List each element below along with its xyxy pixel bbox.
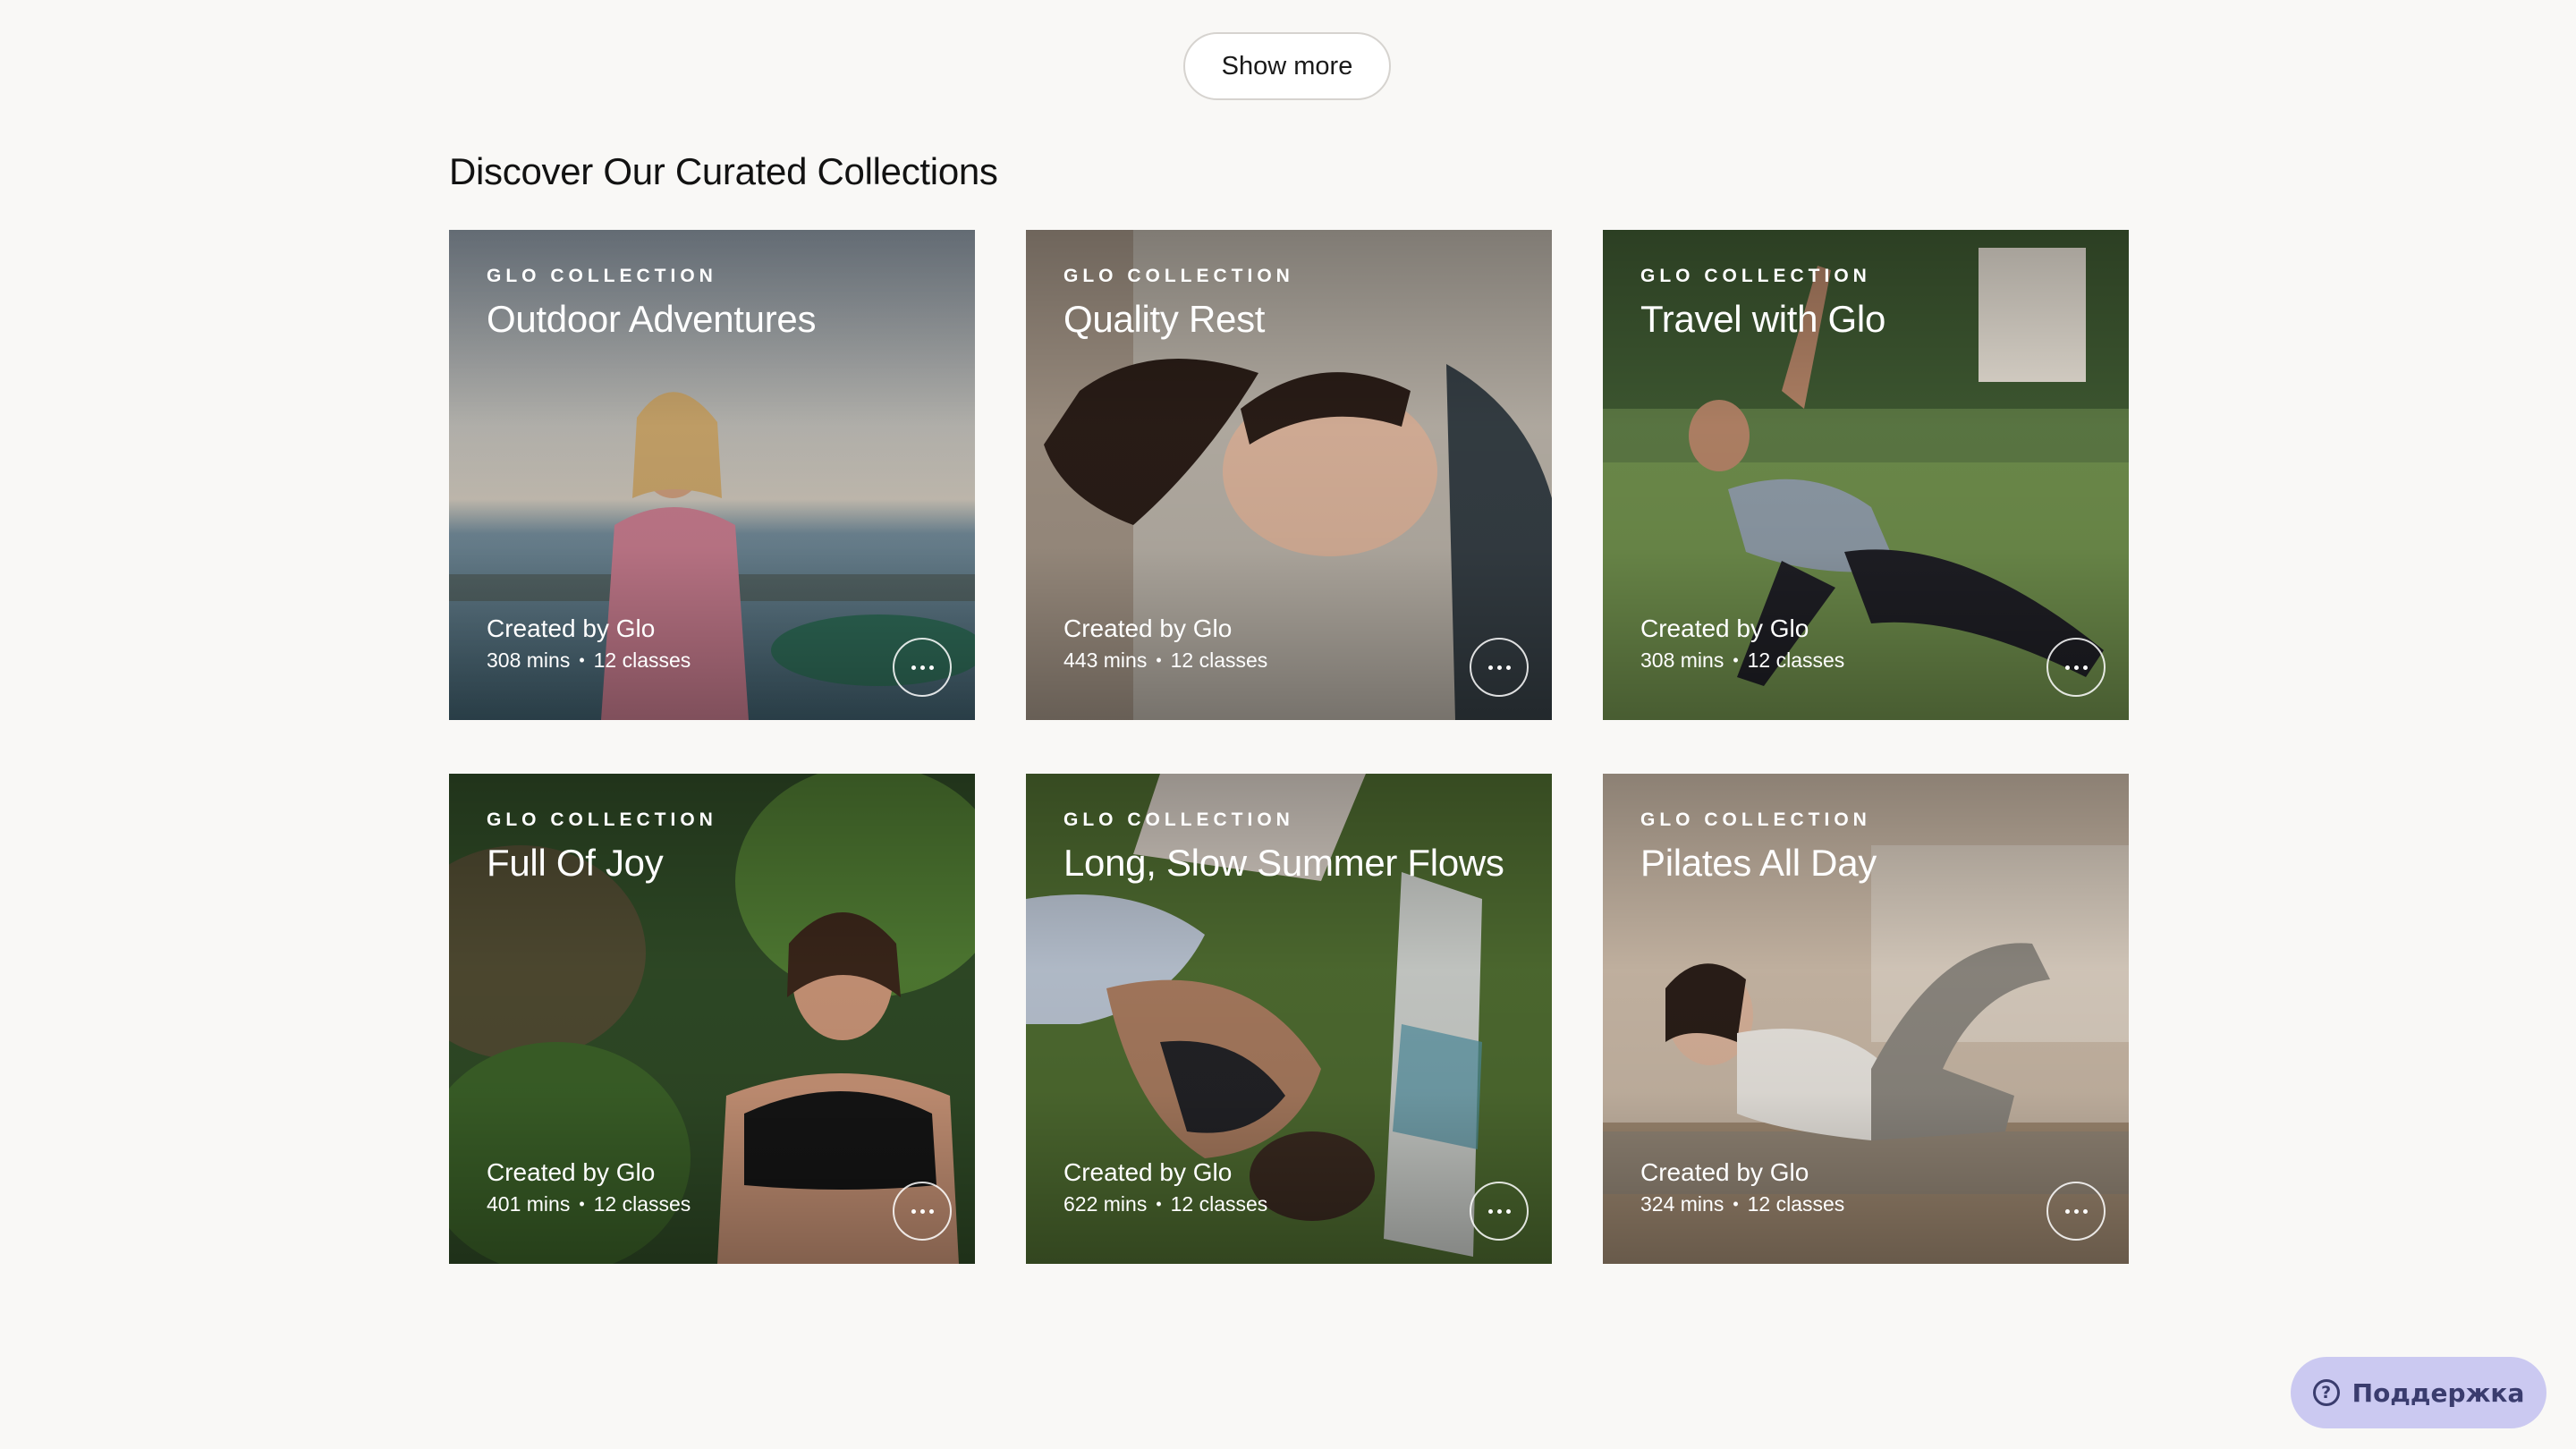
page: Show more Discover Our Curated Collectio… [0, 0, 2576, 1449]
collection-meta: 324 mins • 12 classes [1640, 1192, 1844, 1216]
ellipsis-icon [1487, 665, 1493, 670]
meta-separator: • [1156, 1195, 1162, 1213]
meta-separator: • [1733, 651, 1739, 669]
collection-card-full-of-joy[interactable]: GLO COLLECTION Full Of Joy Created by Gl… [449, 774, 975, 1264]
collection-creator: Created by Glo [1063, 614, 1233, 642]
more-options-button[interactable] [893, 638, 952, 697]
collection-eyebrow: GLO COLLECTION [1640, 266, 1871, 286]
collection-class-count: 12 classes [1170, 1192, 1268, 1216]
meta-separator: • [579, 651, 585, 669]
collection-duration: 324 mins [1640, 1192, 1724, 1216]
collection-duration: 308 mins [1640, 648, 1724, 672]
collection-creator: Created by Glo [487, 614, 656, 642]
meta-separator: • [1733, 1195, 1739, 1213]
more-options-button[interactable] [1470, 1182, 1529, 1241]
more-options-button[interactable] [2046, 1182, 2106, 1241]
collection-class-count: 12 classes [1170, 648, 1268, 672]
support-chat-button[interactable]: ? Поддержка [2291, 1357, 2546, 1428]
collection-class-count: 12 classes [1747, 648, 1845, 672]
collection-title: Travel with Glo [1640, 298, 1886, 340]
ellipsis-icon [911, 1208, 916, 1214]
more-options-button[interactable] [893, 1182, 952, 1241]
collection-title: Full Of Joy [487, 842, 664, 884]
show-more-button[interactable]: Show more [1183, 32, 1391, 100]
support-label: Поддержка [2351, 1377, 2525, 1408]
collection-duration: 622 mins [1063, 1192, 1148, 1216]
collection-class-count: 12 classes [593, 648, 691, 672]
ellipsis-icon [2064, 665, 2070, 670]
collection-creator: Created by Glo [1640, 1158, 1809, 1186]
collection-duration: 308 mins [487, 648, 571, 672]
meta-separator: • [1156, 651, 1162, 669]
ellipsis-icon [2064, 1208, 2070, 1214]
collection-eyebrow: GLO COLLECTION [1640, 809, 1871, 830]
collection-creator: Created by Glo [1063, 1158, 1233, 1186]
ellipsis-icon [1487, 1208, 1493, 1214]
question-circle-icon: ? [2312, 1379, 2340, 1406]
section-title: Discover Our Curated Collections [449, 150, 998, 192]
collection-duration: 443 mins [1063, 648, 1148, 672]
collection-eyebrow: GLO COLLECTION [487, 266, 717, 286]
more-options-button[interactable] [2046, 638, 2106, 697]
collection-class-count: 12 classes [593, 1192, 691, 1216]
collection-card-quality-rest[interactable]: GLO COLLECTION Quality Rest Created by G… [1026, 230, 1552, 720]
collection-meta: 308 mins • 12 classes [1640, 648, 1844, 673]
collection-meta: 443 mins • 12 classes [1063, 648, 1267, 673]
collection-meta: 308 mins • 12 classes [487, 648, 691, 673]
collection-card-travel-with-glo[interactable]: GLO COLLECTION Travel with Glo Created b… [1603, 230, 2129, 720]
more-options-button[interactable] [1470, 638, 1529, 697]
collection-title: Quality Rest [1063, 298, 1266, 340]
collection-class-count: 12 classes [1747, 1192, 1845, 1216]
collection-title: Outdoor Adventures [487, 298, 817, 340]
collection-eyebrow: GLO COLLECTION [1063, 266, 1294, 286]
collection-card-outdoor-adventures[interactable]: GLO COLLECTION Outdoor Adventures Create… [449, 230, 975, 720]
meta-separator: • [579, 1195, 585, 1213]
collection-meta: 401 mins • 12 classes [487, 1192, 691, 1216]
collection-card-pilates-all-day[interactable]: GLO COLLECTION Pilates All Day Created b… [1603, 774, 2129, 1264]
collection-creator: Created by Glo [1640, 614, 1809, 642]
collection-eyebrow: GLO COLLECTION [1063, 809, 1294, 830]
collection-duration: 401 mins [487, 1192, 571, 1216]
ellipsis-icon [911, 665, 916, 670]
collection-card-long-slow-summer-flows[interactable]: GLO COLLECTION Long, Slow Summer Flows C… [1026, 774, 1552, 1264]
collection-creator: Created by Glo [487, 1158, 656, 1186]
collection-eyebrow: GLO COLLECTION [487, 809, 717, 830]
collection-title: Long, Slow Summer Flows [1063, 842, 1504, 884]
collection-title: Pilates All Day [1640, 842, 1877, 884]
collection-meta: 622 mins • 12 classes [1063, 1192, 1267, 1216]
collections-grid: GLO COLLECTION Outdoor Adventures Create… [449, 230, 2129, 1264]
